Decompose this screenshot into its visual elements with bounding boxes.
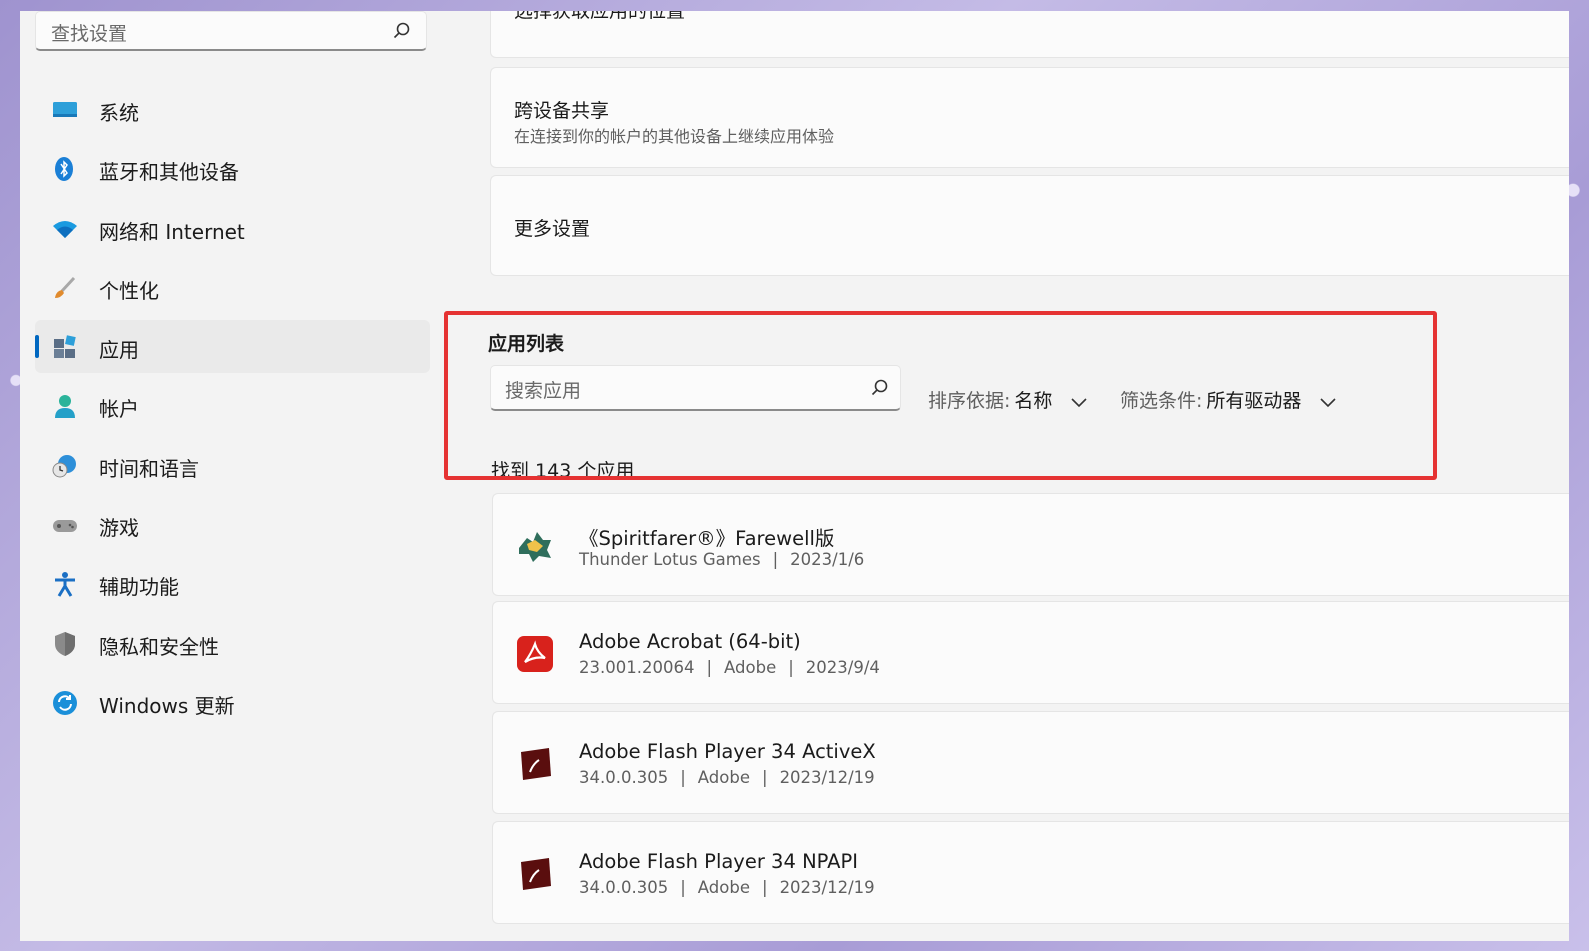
app-meta: 34.0.0.305 | Adobe | 2023/12/19 bbox=[579, 768, 875, 787]
sidebar-item-gaming[interactable]: 游戏 bbox=[35, 498, 430, 551]
accessibility-icon bbox=[52, 571, 78, 598]
settings-search-input[interactable]: 查找设置 bbox=[35, 11, 427, 51]
app-name: Adobe Flash Player 34 ActiveX bbox=[579, 740, 876, 763]
acrobat-icon bbox=[515, 634, 555, 674]
card-subtitle: 在连接到你的帐户的其他设备上继续应用体验 bbox=[514, 127, 835, 146]
sidebar-nav: 系统 蓝牙和其他设备 网络和 Internet 个性化 应用 帐户 时间和语言 … bbox=[35, 83, 430, 735]
app-name: 《Spiritfarer®》Farewell版 bbox=[579, 527, 835, 550]
share-across-devices-card[interactable]: 跨设备共享 在连接到你的帐户的其他设备上继续应用体验 bbox=[490, 67, 1569, 168]
app-meta: 34.0.0.305 | Adobe | 2023/12/19 bbox=[579, 878, 875, 897]
sidebar-item-label: 游戏 bbox=[99, 516, 139, 541]
sidebar-item-label: 个性化 bbox=[99, 278, 159, 303]
monitor-icon bbox=[52, 97, 78, 123]
highlight-box bbox=[444, 311, 1437, 480]
app-name: Adobe Acrobat (64-bit) bbox=[579, 630, 801, 653]
sidebar-item-label: Windows 更新 bbox=[99, 693, 235, 718]
settings-window: 查找设置 系统 蓝牙和其他设备 网络和 Internet 个性化 应用 帐户 时… bbox=[20, 11, 1569, 941]
sidebar-item-accounts[interactable]: 帐户 bbox=[35, 379, 430, 432]
wifi-icon bbox=[52, 216, 78, 242]
sidebar-item-network[interactable]: 网络和 Internet bbox=[35, 202, 430, 255]
sidebar-item-privacy[interactable]: 隐私和安全性 bbox=[35, 617, 430, 670]
sidebar-item-windows-update[interactable]: Windows 更新 bbox=[35, 676, 430, 729]
search-icon[interactable] bbox=[392, 21, 412, 45]
paintbrush-icon bbox=[52, 275, 78, 301]
app-name: Adobe Flash Player 34 NPAPI bbox=[579, 850, 859, 873]
card-title: 更多设置 bbox=[514, 218, 591, 240]
sidebar-item-personalization[interactable]: 个性化 bbox=[35, 261, 430, 314]
card-title: 选择获取应用的位置 bbox=[514, 11, 686, 22]
globe-clock-icon bbox=[52, 453, 78, 479]
sidebar-item-label: 隐私和安全性 bbox=[99, 634, 219, 659]
sidebar-item-system[interactable]: 系统 bbox=[35, 83, 430, 136]
card-title: 跨设备共享 bbox=[514, 100, 610, 122]
sidebar-item-label: 帐户 bbox=[99, 397, 139, 422]
app-meta: 23.001.20064 | Adobe | 2023/9/4 bbox=[579, 658, 880, 677]
person-icon bbox=[52, 393, 78, 419]
more-settings-card[interactable]: 更多设置 bbox=[490, 175, 1569, 276]
gamepad-icon bbox=[52, 512, 78, 538]
app-row-spiritfarer[interactable]: 《Spiritfarer®》Farewell版 Thunder Lotus Ga… bbox=[492, 493, 1569, 596]
shield-icon bbox=[52, 631, 78, 657]
sidebar-item-label: 应用 bbox=[99, 338, 139, 363]
sidebar-item-bluetooth[interactable]: 蓝牙和其他设备 bbox=[35, 142, 430, 195]
sidebar-item-label: 时间和语言 bbox=[99, 456, 199, 481]
app-row-acrobat[interactable]: Adobe Acrobat (64-bit) 23.001.20064 | Adob… bbox=[492, 601, 1569, 704]
sidebar-item-label: 网络和 Internet bbox=[99, 219, 245, 244]
bluetooth-icon bbox=[52, 156, 78, 182]
sidebar-item-accessibility[interactable]: 辅助功能 bbox=[35, 557, 430, 610]
sidebar-item-apps[interactable]: 应用 bbox=[35, 320, 430, 374]
sidebar-item-label: 辅助功能 bbox=[99, 575, 179, 600]
app-source-card[interactable]: 选择获取应用的位置 bbox=[490, 11, 1569, 58]
apps-icon bbox=[52, 334, 78, 360]
update-icon bbox=[52, 690, 78, 716]
search-placeholder: 查找设置 bbox=[51, 23, 128, 45]
sidebar-item-label: 蓝牙和其他设备 bbox=[99, 160, 239, 185]
app-row-flash-npapi[interactable]: Adobe Flash Player 34 NPAPI 34.0.0.305 | A… bbox=[492, 821, 1569, 924]
spiritfarer-icon bbox=[515, 526, 555, 566]
flash-icon bbox=[515, 854, 555, 894]
flash-icon bbox=[515, 744, 555, 784]
app-meta: Thunder Lotus Games | 2023/1/6 bbox=[579, 550, 865, 569]
active-indicator bbox=[35, 335, 39, 359]
sidebar-item-time-language[interactable]: 时间和语言 bbox=[35, 439, 430, 492]
sidebar-item-label: 系统 bbox=[99, 101, 139, 125]
app-row-flash-activex[interactable]: Adobe Flash Player 34 ActiveX 34.0.0.305… bbox=[492, 711, 1569, 814]
